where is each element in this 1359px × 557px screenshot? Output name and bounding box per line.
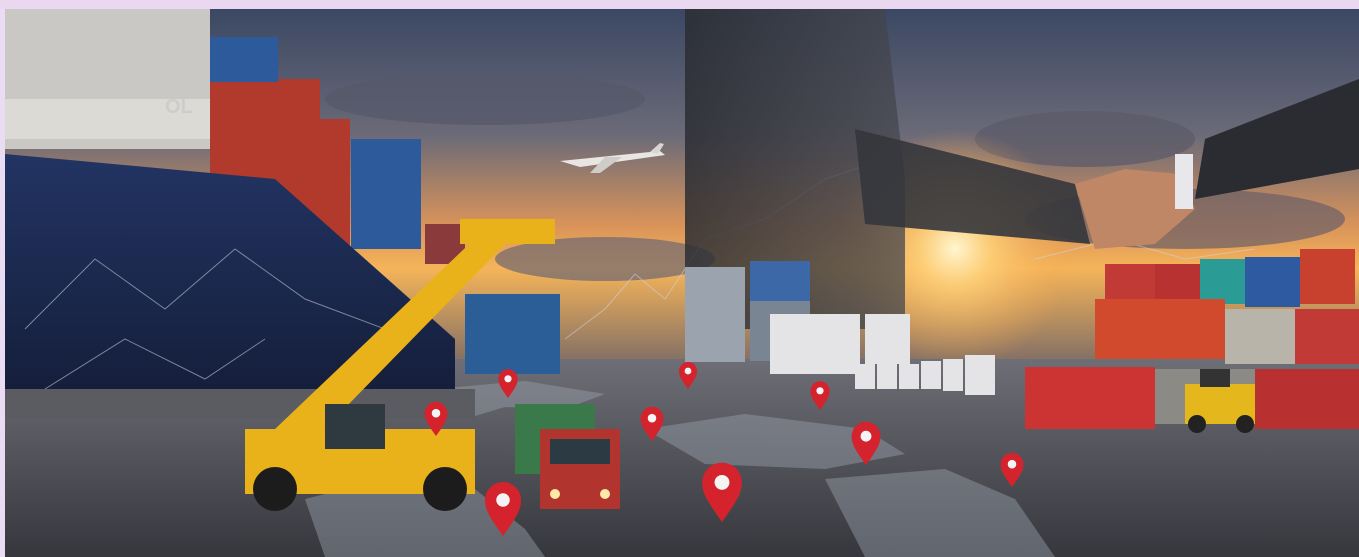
- ship-lettering: OL: [165, 96, 193, 118]
- top-border-strip: [0, 0, 1359, 9]
- hero-illustration: OL: [5, 9, 1359, 557]
- logistics-hero-image: OL: [5, 9, 1359, 557]
